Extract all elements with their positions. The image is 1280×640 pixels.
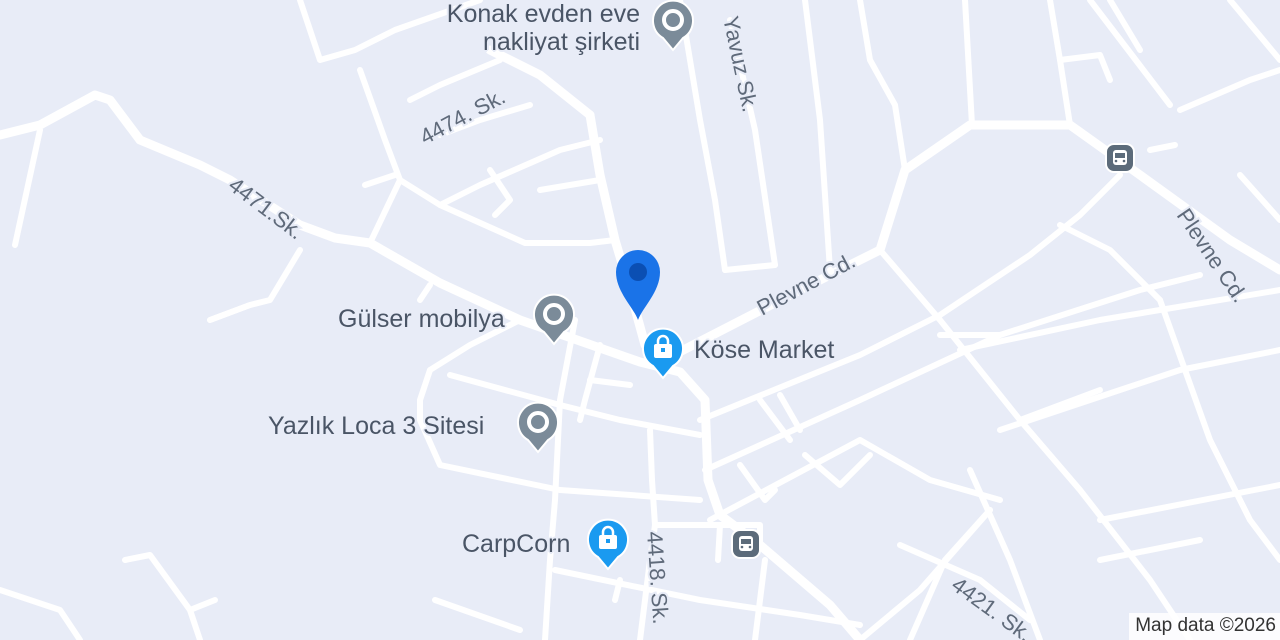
place-marker-icon[interactable]: [649, 0, 697, 52]
poi-label-kose-market[interactable]: Köse Market: [694, 336, 834, 364]
place-marker-icon[interactable]: [514, 396, 562, 454]
place-marker-icon[interactable]: [530, 288, 578, 346]
poi-label-konak-line1: Konak evden eve: [446, 0, 640, 28]
poi-label-carpcorn[interactable]: CarpCorn: [462, 530, 570, 558]
map-canvas[interactable]: Yavuz Sk. 4474. Sk. 4471.Sk. Plevne Cd. …: [0, 0, 1280, 640]
location-pin-icon[interactable]: [612, 246, 664, 322]
poi-label-yazlik[interactable]: Yazlık Loca 3 Sitesi: [268, 412, 484, 440]
poi-label-konak-line2: nakliyat şirketi: [483, 28, 640, 56]
bus-stop-icon[interactable]: [1105, 143, 1135, 173]
shopping-bag-icon[interactable]: [584, 513, 632, 571]
map-attribution: Map data ©2026: [1129, 613, 1280, 640]
bus-stop-icon[interactable]: [731, 529, 761, 559]
shopping-bag-icon[interactable]: [639, 322, 687, 380]
poi-label-gulser[interactable]: Gülser mobilya: [338, 305, 505, 333]
poi-label-konak[interactable]: Konak evden eve nakliyat şirketi: [400, 0, 640, 56]
